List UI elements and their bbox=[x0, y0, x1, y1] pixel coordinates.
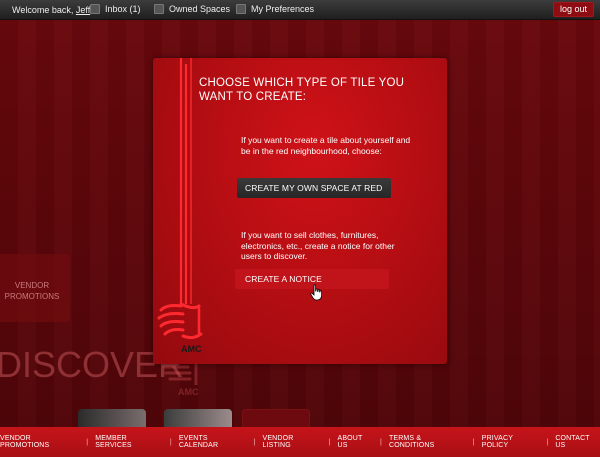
footer-separator: | bbox=[472, 438, 475, 446]
footer-link-terms-conditions[interactable]: TERMS & CONDITIONS bbox=[389, 435, 466, 449]
footer-link-member-services[interactable]: MEMBER SERVICES bbox=[95, 435, 163, 449]
footer-separator: | bbox=[169, 438, 172, 446]
dialog-title-line1: CHOOSE WHICH TYPE OF TILE YOU bbox=[199, 77, 405, 89]
footer-link-about-us[interactable]: ABOUT US bbox=[338, 435, 374, 449]
footer-separator: | bbox=[546, 438, 549, 446]
footer-separator: | bbox=[86, 438, 89, 446]
tile-thumbnail[interactable] bbox=[164, 409, 232, 429]
nav-my-preferences-label: My Preferences bbox=[251, 4, 315, 14]
welcome-prefix: Welcome back, bbox=[12, 5, 76, 15]
user-name-link[interactable]: Jeff bbox=[76, 5, 90, 15]
tile-thumbnail[interactable] bbox=[78, 409, 146, 429]
logout-button[interactable]: log out bbox=[552, 2, 594, 17]
footer-link-vendor-listing[interactable]: VENDOR LISTING bbox=[263, 435, 322, 449]
vendor-promotions-tile[interactable]: VENDOR PROMOTIONS bbox=[0, 254, 70, 322]
top-bar: Welcome back, Jeff Inbox (1) Owned Space… bbox=[0, 0, 600, 20]
nav-my-preferences[interactable]: My Preferences bbox=[236, 4, 314, 14]
dialog-title: CHOOSE WHICH TYPE OF TILE YOU WANT TO CR… bbox=[199, 76, 419, 104]
checkbox-icon bbox=[154, 4, 164, 14]
footer-separator: | bbox=[328, 438, 331, 446]
hand-pointer-cursor-icon bbox=[310, 284, 322, 301]
checkbox-icon bbox=[236, 4, 246, 14]
vendor-tile-label-line1: VENDOR bbox=[14, 281, 50, 290]
notice-description: If you want to sell clothes, furnitures,… bbox=[241, 230, 395, 261]
footer-link-contact-us[interactable]: CONTACT US bbox=[555, 435, 600, 449]
checkbox-icon bbox=[90, 4, 100, 14]
create-tile-dialog: AMC CHOOSE WHICH TYPE OF TILE YOU WANT T… bbox=[153, 58, 447, 364]
bg-logo-text: AMC bbox=[178, 387, 199, 397]
footer-separator: | bbox=[380, 438, 382, 446]
vendor-tile-label-line2: PROMOTIONS bbox=[4, 292, 60, 301]
footer-nav: VENDOR PROMOTIONS | MEMBER SERVICES | EV… bbox=[0, 427, 600, 457]
own-space-description: If you want to create a tile about yours… bbox=[241, 135, 411, 156]
nav-inbox[interactable]: Inbox (1) bbox=[90, 4, 141, 14]
tile-thumbnail[interactable] bbox=[242, 409, 310, 429]
nav-owned-spaces-label: Owned Spaces bbox=[169, 4, 231, 14]
footer-link-events-calendar[interactable]: EVENTS CALENDAR bbox=[179, 435, 247, 449]
footer-link-privacy-policy[interactable]: PRIVACY POLICY bbox=[482, 435, 540, 449]
nav-owned-spaces[interactable]: Owned Spaces bbox=[154, 4, 230, 14]
modal-logo-text: AMC bbox=[181, 344, 202, 354]
footer-separator: | bbox=[253, 438, 256, 446]
dialog-title-line2: WANT TO CREATE: bbox=[199, 91, 307, 103]
nav-inbox-label: Inbox (1) bbox=[105, 4, 141, 14]
welcome-message: Welcome back, Jeff bbox=[12, 5, 90, 15]
footer-link-vendor-promotions[interactable]: VENDOR PROMOTIONS bbox=[0, 435, 79, 449]
create-own-space-button[interactable]: CREATE MY OWN SPACE AT RED bbox=[237, 178, 391, 198]
